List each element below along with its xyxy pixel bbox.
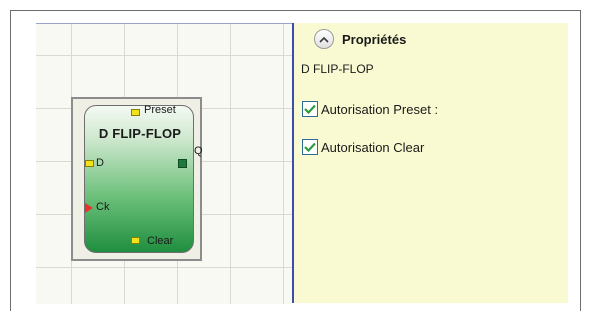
block-title: D FLIP-FLOP <box>98 126 182 141</box>
ck-pin-triangle[interactable] <box>85 203 93 213</box>
ck-pin-label: Ck <box>96 201 110 213</box>
preset-option-label: Autorisation Preset : <box>321 101 439 117</box>
clear-pin[interactable] <box>131 237 140 244</box>
preset-pin[interactable] <box>131 109 140 116</box>
clear-option-label: Autorisation Clear <box>321 139 425 155</box>
d-flip-flop-block[interactable]: D FLIP-FLOP <box>84 105 194 253</box>
properties-header: Propriétés <box>314 29 406 49</box>
checkmark-icon <box>304 104 316 114</box>
properties-title: Propriétés <box>342 31 407 47</box>
d-pin-label: D <box>96 157 104 169</box>
properties-subtitle: D FLIP-FLOP <box>301 62 374 76</box>
option-clear-row[interactable]: Autorisation Clear <box>302 139 424 155</box>
collapse-button[interactable] <box>314 29 334 49</box>
clear-checkbox[interactable] <box>302 139 318 155</box>
q-pin-label: Q <box>194 145 203 157</box>
preset-pin-label: Preset <box>144 104 176 116</box>
option-preset-row[interactable]: Autorisation Preset : <box>302 101 438 117</box>
clear-pin-label: Clear <box>147 235 174 247</box>
chevron-up-icon <box>319 36 329 43</box>
checkmark-icon <box>304 142 316 152</box>
preset-checkbox[interactable] <box>302 101 318 117</box>
q-pin[interactable] <box>178 159 187 168</box>
d-pin[interactable] <box>85 160 94 167</box>
